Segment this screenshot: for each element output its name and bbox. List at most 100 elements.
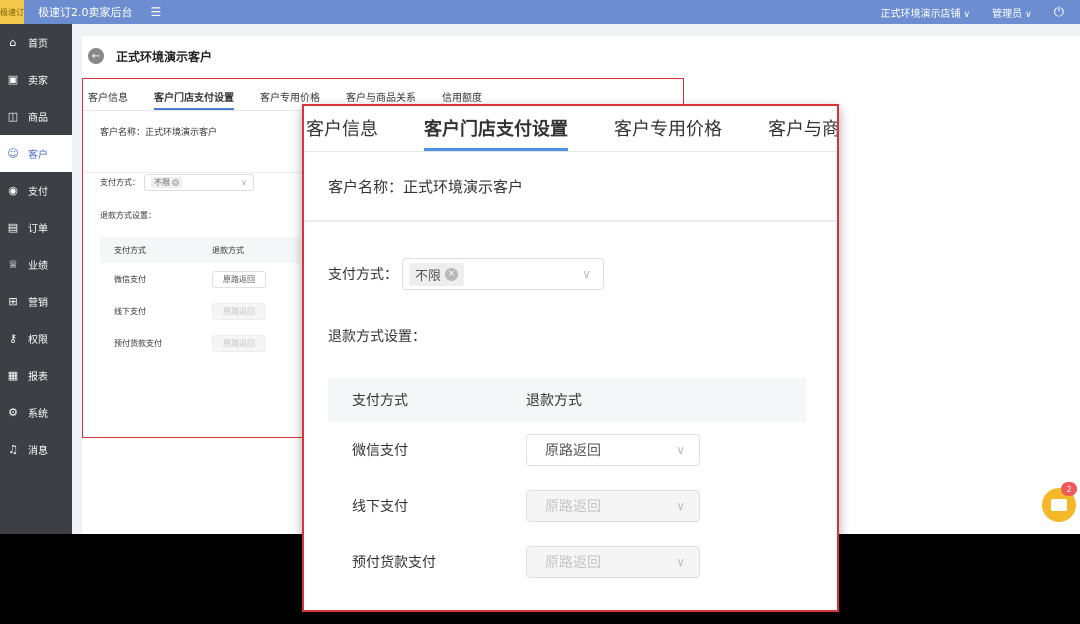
pay-method-row: 支付方式： 不限 × ∨ [328,258,604,290]
header-pay-method: 支付方式 [114,245,146,255]
pay-method-label: 支付方式： [100,178,140,187]
sidebar-item-payment[interactable]: ◉ 支付 [0,172,72,209]
close-icon[interactable]: × [445,267,459,281]
sidebar-item-label: 营销 [28,298,48,309]
sidebar-item-label: 业绩 [28,261,48,272]
sidebar-item-label: 商品 [28,113,48,124]
chevron-down-icon: ∨ [582,267,591,281]
refund-table-header: 支付方式 退款方式 [100,237,300,263]
key-icon: ⚷ [8,332,18,345]
page-title: 正式环境演示客户 [116,49,213,64]
tab-customer-info[interactable]: 客户信息 [88,89,128,110]
gift-icon: ⊞ [8,295,18,308]
sidebar-item-goods[interactable]: ◫ 商品 [0,98,72,135]
refund-table: 支付方式 退款方式 微信支付 原路返回 线下支付 原路返回 预付货款支付 原路返… [100,237,300,359]
sidebar-item-customer[interactable]: ☺ 客户 [0,135,72,172]
refund-setting-label: 退款方式设置： [100,211,156,220]
tab-customer-price[interactable]: 客户专用价格 [614,115,722,151]
refund-select-disabled: 原路返回 ∨ [526,490,700,522]
app-logo: 极速订 [0,0,24,24]
sidebar-item-marketing[interactable]: ⊞ 营销 [0,283,72,320]
customer-name-row: 客户名称：正式环境演示客户 [304,152,837,222]
refund-select[interactable]: 原路返回 ∨ [526,434,700,466]
table-row: 线下支付 原路返回 [100,295,300,327]
sidebar-item-permission[interactable]: ⚷ 权限 [0,320,72,357]
store-switcher[interactable]: 正式环境演示店铺 ∨ [881,5,971,20]
table-row: 预付货款支付 原路返回 ∨ [328,534,806,590]
row-pay-method: 线下支付 [114,306,146,316]
table-row: 预付货款支付 原路返回 [100,327,300,359]
chevron-down-icon: ∨ [676,443,685,457]
refund-select: 原路返回 [212,302,266,320]
sidebar-item-performance[interactable]: ♕ 业绩 [0,246,72,283]
pay-method-select[interactable]: 不限 × ∨ [144,174,254,191]
pay-method-select[interactable]: 不限 × ∨ [402,258,604,290]
table-row: 微信支付 原路返回 ∨ [328,422,806,478]
sidebar-item-home[interactable]: ⌂ 首页 [0,24,72,61]
customer-name-value: 正式环境演示客户 [145,128,218,138]
gear-icon: ⚙ [8,406,18,419]
sidebar-item-report[interactable]: ▦ 报表 [0,357,72,394]
user-name: 管理员 [992,8,1023,20]
page-header: ← 正式环境演示客户 [82,36,1080,76]
tab-customer-info[interactable]: 客户信息 [306,115,378,151]
table-row: 线下支付 原路返回 ∨ [328,478,806,534]
back-arrow-icon[interactable]: ← [88,48,104,64]
zoom-tab-bar: 客户信息 客户门店支付设置 客户专用价格 客户与商 [304,106,837,152]
refund-select[interactable]: 原路返回 [212,270,266,288]
refund-select-disabled: 原路返回 ∨ [526,546,700,578]
chevron-down-icon: ∨ [676,555,685,569]
zoom-callout: 客户信息 客户门店支付设置 客户专用价格 客户与商 客户名称： 正式环境演示客户 … [302,104,839,612]
customer-name-label: 客户名称： [328,177,404,196]
store-name: 正式环境演示店铺 [880,8,961,20]
pay-method-tag: 不限 × [151,177,182,188]
sidebar-item-order[interactable]: ▤ 订单 [0,209,72,246]
customer-name-label: 客户名称： [100,128,146,138]
pay-method-tag-label: 不限 [154,178,170,187]
sidebar-item-label: 消息 [28,446,48,457]
mail-icon [1051,499,1067,511]
payment-icon: ◉ [8,184,18,197]
refund-select: 原路返回 [212,334,266,352]
power-icon[interactable]: ⏻ [1054,5,1064,20]
menu-toggle-icon[interactable]: ☰ [151,5,162,19]
refund-select-value: 原路返回 [545,499,601,515]
header-refund-method: 退款方式 [526,393,582,409]
bell-icon: ♫ [8,443,18,456]
sidebar-item-system[interactable]: ⚙ 系统 [0,394,72,431]
top-right-controls: 正式环境演示店铺 ∨ 管理员 ∨ ⏻ [881,5,1080,20]
row-pay-method: 微信支付 [352,443,408,459]
app-title: 极速订2.0卖家后台 [38,6,133,19]
top-bar: 极速订 极速订2.0卖家后台 ☰ 正式环境演示店铺 ∨ 管理员 ∨ ⏻ [0,0,1080,24]
tab-store-payment-settings[interactable]: 客户门店支付设置 [154,89,234,110]
refund-setting-label: 退款方式设置： [328,329,426,345]
row-pay-method: 微信支付 [114,274,146,284]
tab-store-payment-settings[interactable]: 客户门店支付设置 [424,115,568,151]
user-menu[interactable]: 管理员 ∨ [992,5,1032,20]
close-icon[interactable]: × [172,179,179,186]
notification-badge: 2 [1061,482,1077,496]
pay-method-row: 支付方式： 不限 × ∨ [100,174,254,191]
refund-select-value: 原路返回 [545,443,601,459]
report-icon: ▦ [7,369,19,382]
sidebar-item-label: 首页 [28,39,48,50]
sidebar-item-label: 报表 [28,372,48,383]
home-icon: ⌂ [9,36,17,49]
order-icon: ▤ [7,221,19,234]
customer-icon: ☺ [7,147,19,160]
chevron-down-icon: ∨ [241,178,247,187]
table-row: 微信支付 原路返回 [100,263,300,295]
sidebar-item-message[interactable]: ♫ 消息 [0,431,72,468]
sidebar-item-label: 订单 [28,224,48,235]
tab-customer-goods-relation[interactable]: 客户与商 [768,115,837,151]
sidebar-item-seller[interactable]: ▣ 卖家 [0,61,72,98]
sidebar-item-label: 支付 [28,187,48,198]
pay-method-label: 支付方式： [328,267,398,283]
pay-method-tag-label: 不限 [415,268,442,284]
sidebar-item-label: 权限 [28,335,48,346]
chevron-down-icon: ∨ [676,499,685,513]
header-pay-method: 支付方式 [352,393,408,409]
refund-select-value: 原路返回 [545,555,601,571]
row-pay-method: 预付货款支付 [114,338,162,348]
seller-icon: ▣ [7,73,19,86]
